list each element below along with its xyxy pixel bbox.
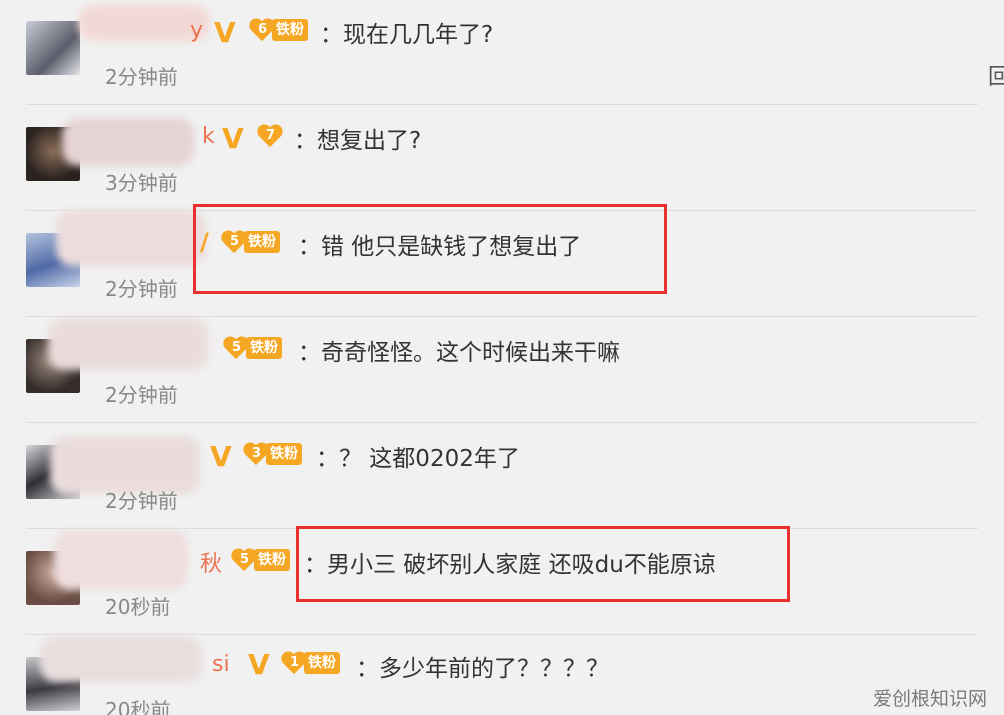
heart-icon: 6: [250, 17, 276, 43]
divider: [26, 634, 978, 635]
highlight-box: [193, 204, 667, 294]
fan-tag: 铁粉: [254, 549, 290, 571]
verified-icon: V: [210, 440, 232, 473]
timestamp: 2分钟前: [105, 383, 178, 407]
blurred-username: [54, 530, 188, 590]
heart-icon: 5: [224, 335, 250, 361]
username-tail[interactable]: k: [202, 124, 215, 149]
watermark-text: 爱创根知识网: [873, 688, 988, 710]
fan-badge: 3 铁粉: [244, 441, 302, 467]
blurred-username: [48, 318, 208, 370]
comment-text: ：现在几几年了?: [320, 22, 494, 48]
verified-icon: V: [222, 122, 244, 155]
divider: [26, 104, 978, 105]
comment-item: V 3 铁粉 ：？ 这都0202年了 2分钟前: [0, 424, 1004, 530]
reply-icon[interactable]: 回: [988, 59, 1004, 91]
fan-badge: 6 铁粉: [250, 17, 308, 43]
comment-item: k V 7 ：想复出了? 3分钟前: [0, 106, 1004, 212]
timestamp: 2分钟前: [105, 277, 178, 301]
comment-item: si V 1 铁粉 ：多少年前的了？？？？ 20秒前: [0, 636, 1004, 715]
fan-tag: 铁粉: [304, 652, 340, 674]
heart-icon: 3: [244, 441, 270, 467]
heart-icon: 7: [258, 123, 284, 149]
avatar[interactable]: [26, 21, 80, 75]
blurred-username: [62, 118, 194, 166]
fan-badge: 7: [258, 123, 284, 149]
fan-tag: 铁粉: [266, 443, 302, 465]
heart-icon: 5: [232, 547, 258, 573]
timestamp: 20秒前: [105, 595, 171, 619]
fan-badge: 5 铁粉: [224, 335, 282, 361]
blurred-username: [40, 636, 202, 682]
comment-text: ：想复出了?: [294, 128, 422, 154]
timestamp: 20秒前: [105, 698, 171, 715]
fan-tag: 铁粉: [246, 337, 282, 359]
verified-icon: V: [248, 648, 270, 681]
timestamp: 2分钟前: [105, 65, 178, 89]
username-tail[interactable]: si: [212, 652, 230, 677]
highlight-box: [296, 526, 790, 602]
comment-item: y V 6 铁粉 ：现在几几年了? 2分钟前 回: [0, 0, 1004, 106]
comment-text: ：奇奇怪怪。这个时候出来干嘛: [298, 340, 620, 366]
comment-text: ：？ 这都0202年了: [316, 446, 520, 472]
username-tail[interactable]: y: [190, 18, 203, 43]
divider: [26, 422, 978, 423]
fan-badge: 5 铁粉: [232, 547, 290, 573]
fan-tag: 铁粉: [272, 19, 308, 41]
fan-badge: 1 铁粉: [282, 650, 340, 676]
timestamp: 3分钟前: [105, 171, 178, 195]
comment-item: 5 铁粉 ：奇奇怪怪。这个时候出来干嘛 2分钟前: [0, 318, 1004, 424]
verified-icon: V: [214, 16, 236, 49]
username-tail[interactable]: 秋: [200, 546, 222, 578]
divider: [26, 316, 978, 317]
heart-icon: 1: [282, 650, 308, 676]
blurred-username: [56, 210, 206, 266]
timestamp: 2分钟前: [105, 489, 178, 513]
comment-text: ：多少年前的了？？？？: [356, 656, 609, 682]
